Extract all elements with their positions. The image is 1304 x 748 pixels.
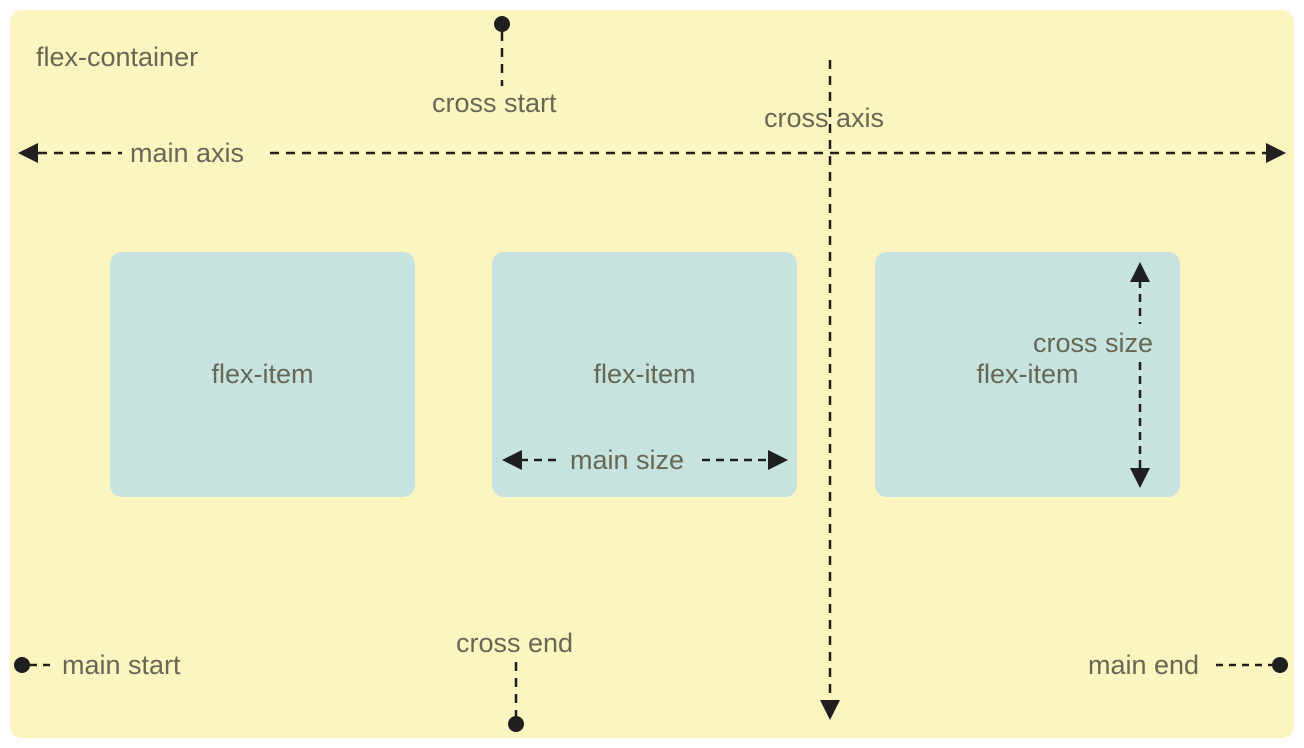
flex-item-label: flex-item bbox=[593, 359, 695, 390]
cross-size-label: cross size bbox=[1033, 330, 1153, 357]
flex-item-3: flex-item bbox=[875, 252, 1180, 497]
cross-start-label: cross start bbox=[432, 90, 557, 117]
main-start-label: main start bbox=[62, 652, 181, 679]
flex-item-label: flex-item bbox=[211, 359, 313, 390]
flexbox-diagram: flex-item flex-item flex-item flex-conta… bbox=[0, 0, 1304, 748]
flex-item-1: flex-item bbox=[110, 252, 415, 497]
cross-axis-label: cross axis bbox=[764, 105, 884, 132]
main-axis-label: main axis bbox=[130, 140, 244, 167]
container-label: flex-container bbox=[36, 44, 198, 71]
cross-end-label: cross end bbox=[456, 630, 573, 657]
flex-item-label: flex-item bbox=[976, 359, 1078, 390]
main-end-label: main end bbox=[1088, 652, 1199, 679]
main-size-label: main size bbox=[570, 447, 684, 474]
